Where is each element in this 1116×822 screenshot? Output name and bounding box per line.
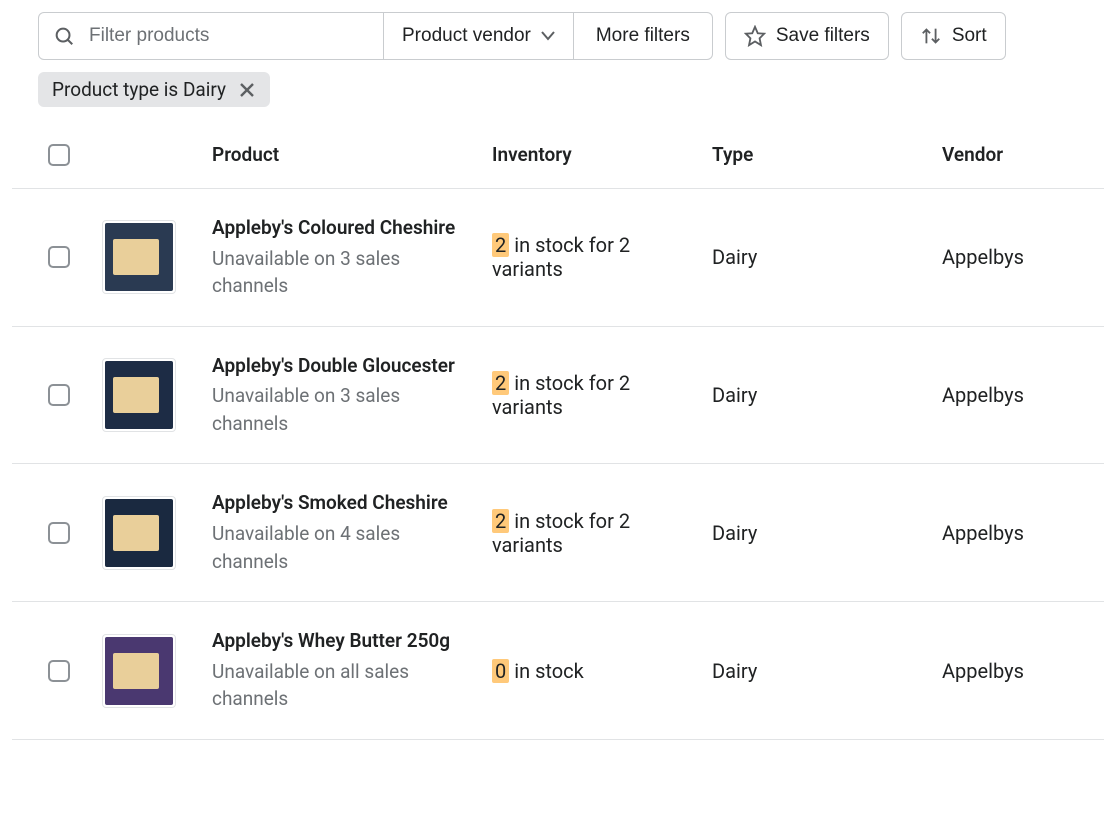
save-filters-label: Save filters: [776, 25, 870, 47]
filter-chip[interactable]: Product type is Dairy: [38, 72, 270, 107]
vendor-cell: Appelbys: [942, 521, 1104, 545]
caret-down-icon: [541, 31, 555, 41]
type-cell: Dairy: [712, 383, 942, 407]
vendor-label: Product vendor: [402, 25, 531, 47]
stock-text: in stock for 2 variants: [492, 233, 630, 281]
table-row[interactable]: Appleby's Coloured Cheshire Unavailable …: [12, 189, 1104, 327]
stock-text: in stock for 2 variants: [492, 371, 630, 419]
product-subtitle: Unavailable on 3 sales channels: [212, 245, 472, 300]
type-cell: Dairy: [712, 659, 942, 683]
type-cell: Dairy: [712, 245, 942, 269]
col-vendor[interactable]: Vendor: [942, 143, 1104, 166]
sort-label: Sort: [952, 25, 987, 47]
stock-text: in stock: [509, 659, 584, 683]
row-checkbox[interactable]: [48, 384, 70, 406]
more-filters-button[interactable]: More filters: [574, 12, 713, 60]
stock-count: 0: [492, 659, 509, 683]
product-name[interactable]: Appleby's Double Gloucester: [212, 353, 472, 379]
product-name[interactable]: Appleby's Smoked Cheshire: [212, 490, 472, 516]
stock-count: 2: [492, 509, 509, 533]
product-vendor-dropdown[interactable]: Product vendor: [384, 12, 574, 60]
active-filters: Product type is Dairy: [38, 72, 1104, 123]
sort-icon: [920, 25, 942, 47]
vendor-cell: Appelbys: [942, 383, 1104, 407]
save-filters-button[interactable]: Save filters: [725, 12, 889, 60]
product-name[interactable]: Appleby's Coloured Cheshire: [212, 215, 472, 241]
product-subtitle: Unavailable on 3 sales channels: [212, 382, 472, 437]
product-thumbnail[interactable]: [102, 220, 176, 294]
product-thumbnail[interactable]: [102, 496, 176, 570]
vendor-cell: Appelbys: [942, 659, 1104, 683]
search-input[interactable]: [87, 24, 369, 48]
stock-text: in stock for 2 variants: [492, 509, 630, 557]
table-row[interactable]: Appleby's Smoked Cheshire Unavailable on…: [12, 464, 1104, 602]
type-cell: Dairy: [712, 521, 942, 545]
sort-button[interactable]: Sort: [901, 12, 1006, 60]
product-name[interactable]: Appleby's Whey Butter 250g: [212, 628, 472, 654]
table-row[interactable]: Appleby's Whey Butter 250g Unavailable o…: [12, 602, 1104, 740]
toolbar: Product vendor More filters Save filters: [38, 0, 1104, 72]
table-row[interactable]: Appleby's Double Gloucester Unavailable …: [12, 327, 1104, 465]
inventory-cell: 2 in stock for 2 variants: [492, 371, 712, 419]
star-icon: [744, 25, 766, 47]
product-subtitle: Unavailable on 4 sales channels: [212, 520, 472, 575]
select-all-checkbox[interactable]: [48, 144, 70, 166]
inventory-cell: 2 in stock for 2 variants: [492, 509, 712, 557]
products-table: Product Inventory Type Vendor Appleby's …: [12, 123, 1104, 740]
row-checkbox[interactable]: [48, 246, 70, 268]
product-thumbnail[interactable]: [102, 358, 176, 432]
inventory-cell: 0 in stock: [492, 659, 712, 683]
row-checkbox[interactable]: [48, 660, 70, 682]
inventory-cell: 2 in stock for 2 variants: [492, 233, 712, 281]
filter-chip-label: Product type is Dairy: [52, 78, 226, 101]
search-icon: [53, 25, 75, 47]
vendor-cell: Appelbys: [942, 245, 1104, 269]
table-header: Product Inventory Type Vendor: [12, 123, 1104, 189]
col-product[interactable]: Product: [212, 143, 492, 166]
product-thumbnail[interactable]: [102, 634, 176, 708]
search-wrap[interactable]: [38, 12, 384, 60]
col-inventory[interactable]: Inventory: [492, 143, 712, 166]
stock-count: 2: [492, 233, 509, 257]
close-icon[interactable]: [238, 81, 256, 99]
product-subtitle: Unavailable on all sales channels: [212, 658, 472, 713]
col-type[interactable]: Type: [712, 143, 942, 166]
stock-count: 2: [492, 371, 509, 395]
filter-group: Product vendor More filters: [38, 12, 713, 60]
row-checkbox[interactable]: [48, 522, 70, 544]
